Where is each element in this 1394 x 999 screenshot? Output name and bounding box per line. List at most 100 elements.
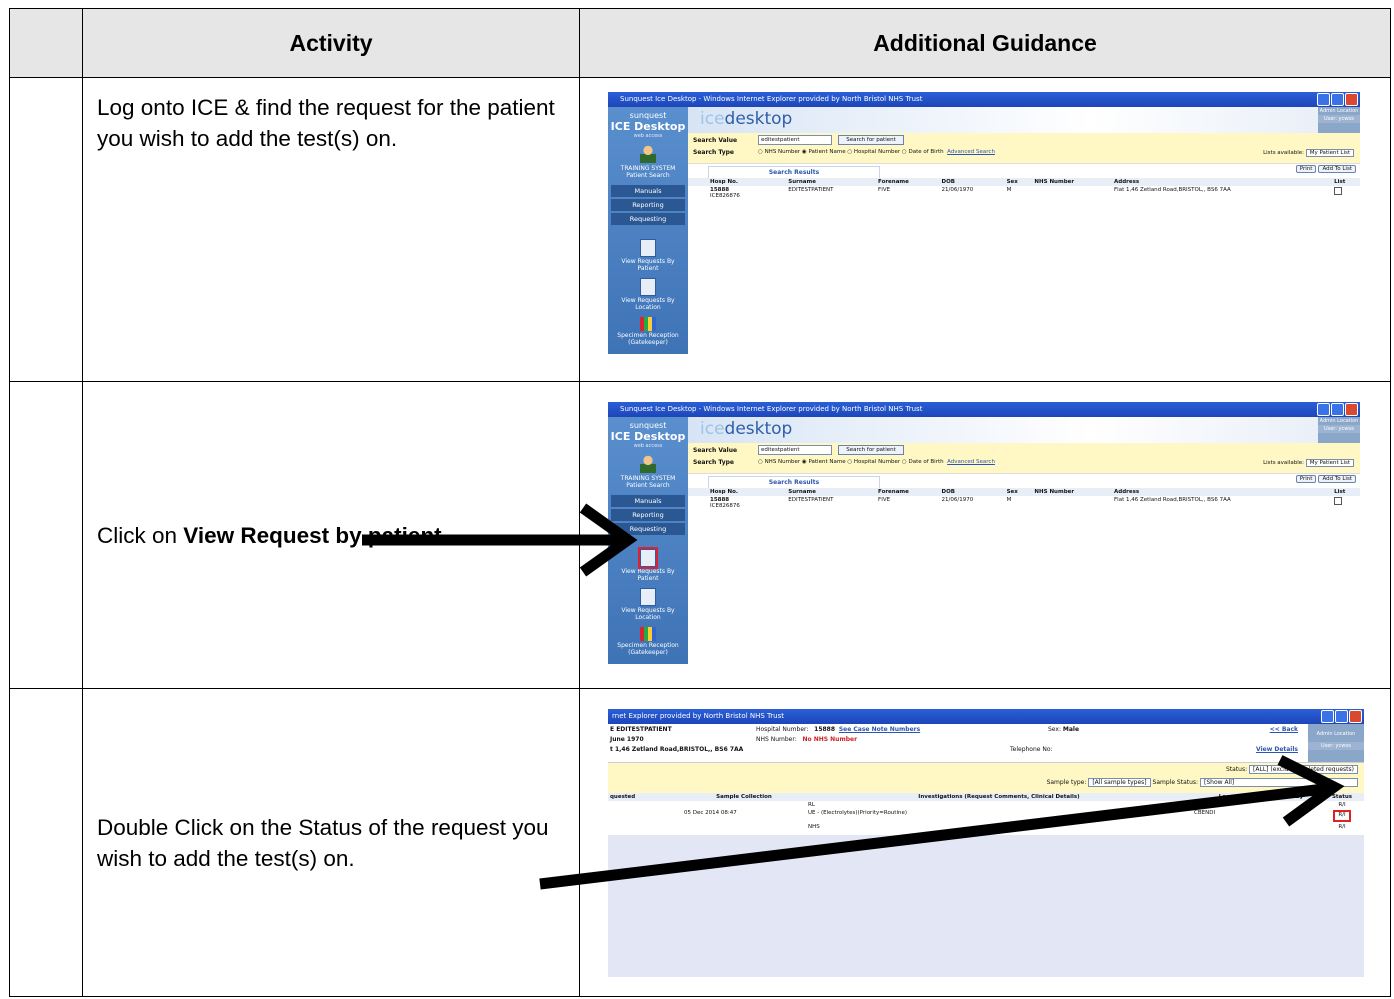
col-raised-by: Raised By bbox=[1256, 793, 1320, 801]
patient-requests-icon[interactable] bbox=[638, 547, 658, 569]
loc: CBENDI bbox=[1194, 810, 1216, 816]
radio-nhs-number[interactable]: NHS Number bbox=[765, 459, 801, 465]
table-row[interactable]: 15888 ICE826876 EDITESTPATIENT FIVE 21/06… bbox=[688, 496, 1360, 510]
table-row: Log onto ICE & find the request for the … bbox=[9, 77, 1391, 382]
ice-main: icedesktop Admin Location User: ycwos Sea… bbox=[688, 107, 1360, 354]
lists-available: Lists available: My Patient List bbox=[1263, 459, 1354, 467]
nav-view-requests-location[interactable]: View Requests By Location bbox=[608, 297, 688, 311]
menu-requesting[interactable]: Requesting bbox=[611, 213, 685, 225]
print-button[interactable]: Print bbox=[1295, 475, 1317, 483]
maximize-icon[interactable] bbox=[1335, 710, 1348, 723]
search-button[interactable]: Search for patient bbox=[838, 445, 904, 455]
nav-view-requests-patient[interactable]: View Requests By Patient bbox=[608, 568, 688, 582]
print-button[interactable]: Print bbox=[1295, 165, 1317, 173]
sample-type-select[interactable]: [All sample types] bbox=[1088, 778, 1151, 787]
hospital-number-label: Hospital Number: bbox=[756, 726, 809, 733]
specimen-tubes-icon[interactable] bbox=[640, 317, 656, 331]
menu-manuals[interactable]: Manuals bbox=[611, 495, 685, 507]
radio-dob[interactable]: Date of Birth bbox=[908, 149, 943, 155]
list-checkbox[interactable] bbox=[1334, 187, 1343, 195]
patient-search-link[interactable]: Patient Search bbox=[608, 172, 688, 179]
user-box[interactable]: Admin Location User: ycwos bbox=[1318, 417, 1360, 443]
menu-manuals[interactable]: Manuals bbox=[611, 185, 685, 197]
col-loc: Loc bbox=[1192, 793, 1256, 801]
minimize-icon[interactable] bbox=[1317, 403, 1330, 416]
maximize-icon[interactable] bbox=[1331, 93, 1344, 106]
minimize-icon[interactable] bbox=[1317, 93, 1330, 106]
app-title-b: desktop bbox=[724, 419, 793, 439]
tab-search-results[interactable]: Search Results bbox=[708, 476, 880, 488]
search-input[interactable]: editestpatient bbox=[758, 135, 832, 145]
location-requests-icon[interactable] bbox=[640, 278, 656, 296]
guidance-cell: Sunquest Ice Desktop - Windows Internet … bbox=[579, 77, 1391, 382]
close-icon[interactable] bbox=[1349, 710, 1362, 723]
close-icon[interactable] bbox=[1345, 93, 1358, 106]
view-details-link[interactable]: View Details bbox=[1256, 746, 1298, 753]
search-type-radios[interactable]: ○ NHS Number ◉ Patient Name ○ Hospital N… bbox=[758, 149, 995, 155]
radio-hospital-number[interactable]: Hospital Number bbox=[854, 149, 900, 155]
radio-nhs-number[interactable]: NHS Number bbox=[765, 149, 801, 155]
collection: 05 Dec 2014 08:47 bbox=[684, 810, 737, 816]
user-box[interactable]: Admin Location User: ycwos bbox=[1318, 107, 1360, 133]
maximize-icon[interactable] bbox=[1331, 403, 1344, 416]
radio-patient-name[interactable]: Patient Name bbox=[808, 459, 845, 465]
close-icon[interactable] bbox=[1345, 403, 1358, 416]
nav-view-requests-patient[interactable]: View Requests By Patient bbox=[608, 258, 688, 272]
user-box[interactable]: Admin Location User: ycwos bbox=[1308, 724, 1364, 762]
patient-banner: E EDITESTPATIENT June 1970 t 1,46 Zetlan… bbox=[608, 724, 1364, 763]
minimize-icon[interactable] bbox=[1321, 710, 1334, 723]
nav-specimen-reception[interactable]: Specimen Reception (Gatekeeper) bbox=[608, 332, 688, 346]
col-nhs-number: NHS Number bbox=[1032, 178, 1113, 186]
system-label: TRAINING SYSTEM bbox=[620, 475, 676, 482]
table-row[interactable]: 05 Dec 2014 08:47 UE - (Electrolytes)(Pr… bbox=[608, 809, 1364, 823]
radio-patient-name[interactable]: Patient Name bbox=[808, 149, 845, 155]
advanced-search-link[interactable]: Advanced Search bbox=[947, 149, 995, 155]
add-to-list-button[interactable]: Add To List bbox=[1318, 165, 1356, 173]
back-link[interactable]: << Back bbox=[1270, 726, 1298, 733]
lists-select[interactable]: My Patient List bbox=[1305, 459, 1354, 467]
results-header: Hosp No. Surname Forename DOB Sex NHS Nu… bbox=[688, 178, 1360, 186]
activity-cell: Click on View Request by patient bbox=[82, 381, 580, 689]
advanced-search-link[interactable]: Advanced Search bbox=[947, 459, 995, 465]
app-title-a: ice bbox=[700, 419, 725, 439]
search-type-label: Search Type bbox=[693, 149, 734, 156]
location-requests-icon[interactable] bbox=[640, 588, 656, 606]
nav-specimen-reception[interactable]: Specimen Reception (Gatekeeper) bbox=[608, 642, 688, 656]
dob: 21/06/1970 bbox=[941, 187, 974, 193]
step-cell bbox=[9, 77, 83, 382]
radio-dob[interactable]: Date of Birth bbox=[908, 459, 943, 465]
table-row[interactable]: NHS R/I bbox=[608, 823, 1364, 831]
table-row[interactable]: 15888 ICE826876 EDITESTPATIENT FIVE 21/06… bbox=[688, 186, 1360, 200]
search-button[interactable]: Search for patient bbox=[838, 135, 904, 145]
table-row[interactable]: RL CBENDI R/I bbox=[608, 801, 1364, 809]
lists-select[interactable]: My Patient List bbox=[1305, 149, 1354, 157]
add-to-list-button[interactable]: Add To List bbox=[1318, 475, 1356, 483]
app-header: icedesktop Admin Location User: ycwos bbox=[688, 107, 1360, 133]
menu-reporting[interactable]: Reporting bbox=[611, 199, 685, 211]
investigation: UE - (Electrolytes)(Priority=Routine) bbox=[808, 810, 907, 816]
status-cell-highlighted[interactable]: R/I bbox=[1333, 810, 1351, 822]
status-filter-select[interactable]: [ALL] (excludes deleted requests) bbox=[1249, 765, 1358, 774]
nav-view-requests-location[interactable]: View Requests By Location bbox=[608, 607, 688, 621]
hospital-number: 15888 bbox=[814, 726, 836, 733]
list-checkbox[interactable] bbox=[1334, 497, 1343, 505]
menu-reporting[interactable]: Reporting bbox=[611, 509, 685, 521]
logo-sub: web access bbox=[633, 443, 663, 449]
header-step bbox=[9, 8, 83, 78]
radio-hospital-number[interactable]: Hospital Number bbox=[854, 459, 900, 465]
patient-requests-icon[interactable] bbox=[640, 239, 656, 257]
app-header: icedesktop Admin Location User: ycwos bbox=[688, 417, 1360, 443]
status-cell[interactable]: R/I bbox=[1320, 823, 1364, 831]
search-input[interactable]: editestpatient bbox=[758, 445, 832, 455]
tab-search-results[interactable]: Search Results bbox=[708, 166, 880, 178]
col-address: Address bbox=[1112, 178, 1333, 186]
menu-requesting[interactable]: Requesting bbox=[611, 523, 685, 535]
case-notes-link[interactable]: See Case Note Numbers bbox=[839, 726, 920, 733]
patient-search-link[interactable]: Patient Search bbox=[608, 482, 688, 489]
search-type-radios[interactable]: ○ NHS Number ◉ Patient Name ○ Hospital N… bbox=[758, 459, 995, 465]
patient-name: E EDITESTPATIENT bbox=[610, 726, 672, 733]
specimen-tubes-icon[interactable] bbox=[640, 627, 656, 641]
status-cell[interactable]: R/I bbox=[1320, 801, 1364, 809]
window-titlebar: Sunquest Ice Desktop - Windows Internet … bbox=[608, 92, 1360, 107]
sample-status-select[interactable]: [Show All] bbox=[1200, 778, 1358, 787]
